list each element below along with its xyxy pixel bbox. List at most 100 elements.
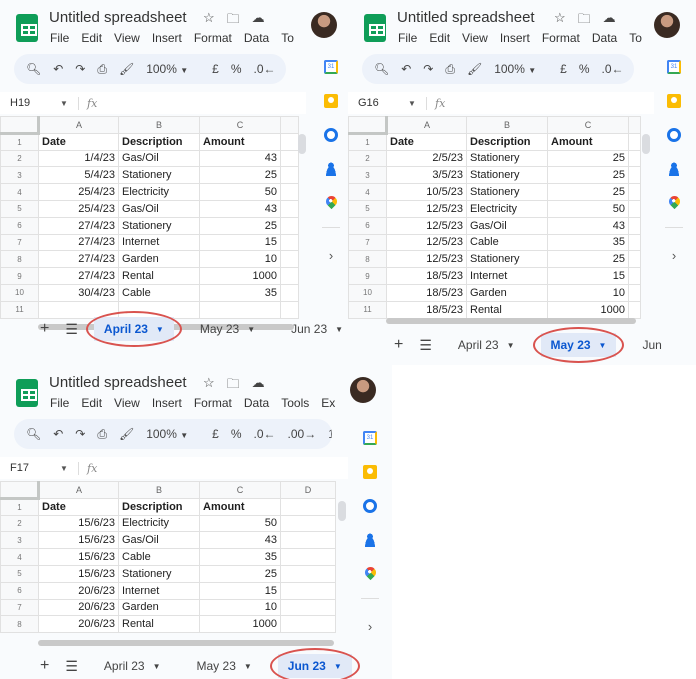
cell[interactable]: Garden (118, 598, 200, 617)
cell[interactable] (280, 149, 299, 168)
cell[interactable]: Date (386, 132, 467, 151)
cell[interactable]: Garden (118, 250, 200, 269)
row-header[interactable]: 1 (0, 497, 39, 516)
move-to-folder-icon[interactable]: 🗀 (227, 375, 240, 397)
cell[interactable] (628, 149, 641, 168)
row-header[interactable]: 6 (0, 216, 39, 235)
cloud-status-icon[interactable]: ☁ (252, 10, 265, 32)
cell[interactable]: 15 (199, 233, 281, 252)
row-header[interactable]: 5 (348, 199, 387, 218)
cell[interactable]: 35 (199, 283, 281, 302)
row-header[interactable]: 3 (0, 166, 39, 185)
contacts-icon[interactable] (667, 162, 681, 176)
sheet-tab-jun-23[interactable]: Jun 23 ▼ (269, 648, 360, 679)
cell[interactable]: 25 (547, 149, 629, 168)
zoom-select[interactable]: 100% ▼ (146, 62, 188, 76)
cell[interactable]: 30/4/23 (38, 283, 119, 302)
row-header[interactable]: 8 (0, 250, 39, 269)
menu-item-data[interactable]: Data (244, 396, 269, 410)
cell[interactable] (280, 514, 336, 533)
star-icon[interactable]: ☆ (203, 375, 215, 397)
cell[interactable]: Cable (118, 548, 200, 566)
search-icon[interactable]: 🔍︎ (374, 62, 389, 76)
document-title[interactable]: Untitled spreadsheet (49, 9, 187, 26)
cell[interactable] (628, 216, 641, 235)
cell[interactable]: 25 (547, 166, 629, 185)
all-sheets-button[interactable]: ☰ (65, 321, 78, 338)
row-header[interactable]: 2 (0, 149, 39, 168)
cell[interactable]: Stationery (466, 250, 548, 269)
cell[interactable]: 35 (199, 548, 281, 566)
all-sheets-button[interactable]: ☰ (419, 337, 432, 354)
maps-icon[interactable] (666, 193, 682, 210)
column-header-b[interactable]: B (118, 116, 200, 134)
menu-item-insert[interactable]: Insert (152, 396, 182, 410)
cell[interactable]: 15/6/23 (38, 514, 119, 533)
cell[interactable]: Stationery (118, 564, 200, 583)
calendar-icon[interactable]: 31 (324, 60, 338, 74)
sheet-tab-jun[interactable]: Jun (632, 333, 671, 357)
column-header-d[interactable]: D (280, 481, 336, 499)
zoom-select[interactable]: 100% ▼ (146, 427, 188, 441)
menu-item-format[interactable]: Format (542, 31, 580, 45)
row-header[interactable]: 8 (348, 250, 387, 269)
menu-item-to[interactable]: To (281, 31, 294, 45)
undo-icon[interactable]: ↶ (53, 62, 63, 76)
cell[interactable] (280, 283, 299, 302)
row-header[interactable]: 4 (0, 183, 39, 201)
add-sheet-button[interactable]: + (394, 336, 403, 354)
redo-icon[interactable]: ↷ (423, 62, 433, 76)
sheet-tab-april-23[interactable]: April 23 ▼ (448, 333, 525, 357)
cell[interactable]: 25 (547, 250, 629, 269)
cell[interactable]: 35 (547, 233, 629, 252)
cell[interactable]: 5/4/23 (38, 166, 119, 185)
row-header[interactable]: 7 (348, 233, 387, 252)
column-header-a[interactable]: A (386, 116, 467, 134)
spreadsheet-grid[interactable]: A B C 1 Date Description Amount 2 2/5/23 Statione… (348, 116, 641, 319)
cell[interactable]: Electricity (118, 514, 200, 533)
cell[interactable]: 1000 (547, 300, 629, 319)
cell[interactable]: 43 (199, 531, 281, 550)
row-header[interactable]: 6 (348, 216, 387, 235)
menu-item-data[interactable]: Data (244, 31, 269, 45)
cell[interactable]: Description (118, 132, 200, 151)
row-header[interactable]: 7 (0, 233, 39, 252)
undo-icon[interactable]: ↶ (401, 62, 411, 76)
cell[interactable] (628, 132, 641, 151)
menu-item-edit[interactable]: Edit (429, 31, 450, 45)
currency-format-button[interactable]: £ (560, 62, 567, 76)
cell[interactable]: 10 (199, 250, 281, 269)
menu-item-insert[interactable]: Insert (500, 31, 530, 45)
cell[interactable] (280, 233, 299, 252)
cell[interactable]: 50 (547, 199, 629, 218)
cell[interactable]: 27/4/23 (38, 216, 119, 235)
contacts-icon[interactable] (363, 533, 377, 547)
row-header[interactable]: 11 (0, 300, 39, 319)
cell[interactable]: 50 (199, 183, 281, 201)
chevron-down-icon[interactable]: ▼ (507, 341, 515, 350)
vertical-scrollbar[interactable] (298, 134, 306, 154)
keep-icon[interactable] (363, 465, 377, 479)
cell[interactable] (199, 300, 281, 319)
add-sheet-button[interactable]: + (40, 320, 49, 338)
cell[interactable]: 20/6/23 (38, 581, 119, 600)
cell[interactable]: Stationery (466, 183, 548, 201)
cell[interactable]: 43 (199, 199, 281, 218)
name-box[interactable]: H19 (0, 97, 60, 109)
cell[interactable]: 43 (547, 216, 629, 235)
sheet-tab-may-23[interactable]: May 23 ▼ (532, 327, 625, 363)
cell[interactable]: Stationery (118, 166, 200, 185)
cell[interactable]: Rental (118, 615, 200, 634)
currency-format-button[interactable]: £ (212, 427, 219, 441)
chevron-down-icon[interactable]: ▼ (156, 325, 164, 334)
cell[interactable]: Amount (547, 132, 629, 151)
cell[interactable]: Rental (118, 267, 200, 285)
cell[interactable]: 25/4/23 (38, 199, 119, 218)
avatar[interactable] (654, 12, 680, 38)
cell[interactable]: Amount (199, 132, 281, 151)
cell[interactable]: 10/5/23 (386, 183, 467, 201)
cell[interactable] (628, 183, 641, 201)
cell[interactable]: 12/5/23 (386, 216, 467, 235)
chevron-right-icon[interactable]: › (368, 619, 372, 634)
row-header[interactable]: 2 (0, 514, 39, 533)
